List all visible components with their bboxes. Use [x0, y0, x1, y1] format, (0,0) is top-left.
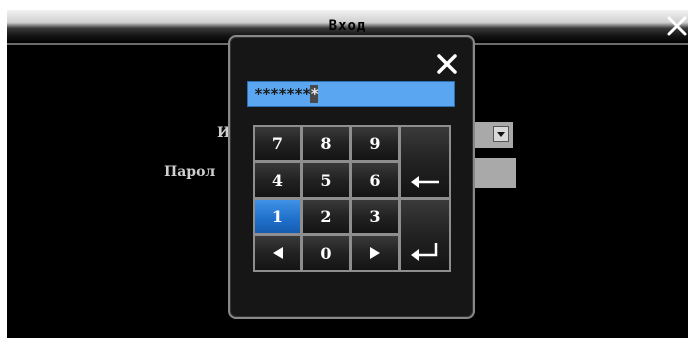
triangle-left-icon — [272, 246, 284, 260]
keypad-close-icon[interactable] — [436, 53, 458, 75]
key-8[interactable]: 8 — [303, 127, 349, 160]
key-grid: 7 8 9 4 5 6 1 2 3 0 — [253, 125, 451, 272]
key-4[interactable]: 4 — [255, 163, 300, 197]
key-2[interactable]: 2 — [303, 200, 349, 233]
triangle-right-icon — [369, 246, 381, 260]
cursor-left-key[interactable] — [255, 236, 300, 270]
password-field[interactable] — [473, 158, 516, 188]
login-window: Вход И Парол ******** 7 8 9 4 5 6 1 2 3 … — [7, 10, 688, 338]
key-6[interactable]: 6 — [352, 163, 398, 197]
password-mask: ******** — [254, 85, 319, 103]
backspace-key[interactable] — [401, 127, 449, 197]
window-close-icon[interactable] — [666, 15, 688, 37]
key-5[interactable]: 5 — [303, 163, 349, 197]
key-3[interactable]: 3 — [352, 200, 398, 233]
cursor-right-key[interactable] — [352, 236, 398, 270]
window-title: Вход — [328, 18, 367, 34]
username-select[interactable] — [473, 122, 513, 148]
keypad-display: ******** — [247, 81, 455, 107]
text-cursor: * — [310, 85, 319, 103]
password-label: Парол — [164, 164, 216, 180]
arrow-left-icon — [410, 175, 440, 189]
key-1[interactable]: 1 — [255, 200, 300, 233]
enter-key[interactable] — [401, 200, 449, 270]
masked-chars: ******* — [254, 85, 311, 103]
chevron-down-icon[interactable] — [493, 126, 509, 142]
virtual-keypad: ******** 7 8 9 4 5 6 1 2 3 0 — [228, 35, 475, 319]
key-9[interactable]: 9 — [352, 127, 398, 160]
key-7[interactable]: 7 — [255, 127, 300, 160]
enter-icon — [410, 242, 440, 262]
key-0[interactable]: 0 — [303, 236, 349, 270]
